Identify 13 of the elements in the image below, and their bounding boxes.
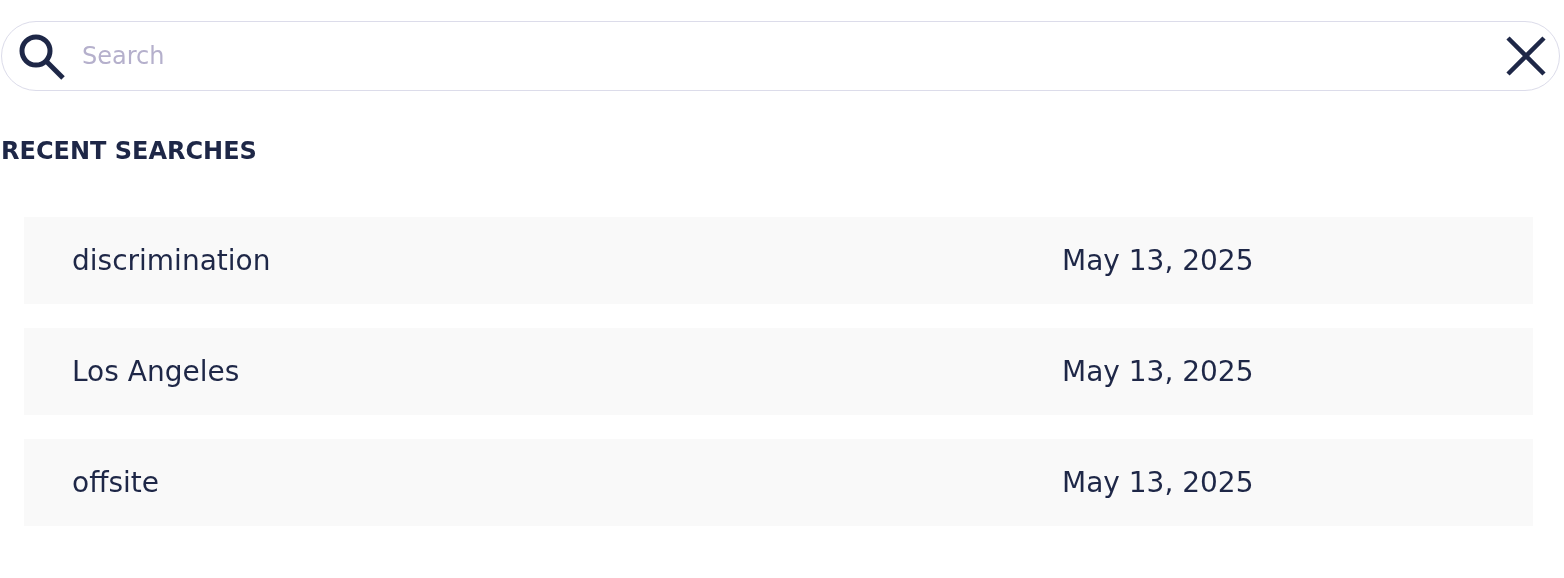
recent-search-item[interactable]: Los Angeles May 13, 2025	[24, 328, 1533, 415]
search-query: Los Angeles	[72, 355, 241, 388]
search-query: discrimination	[72, 244, 272, 277]
recent-search-item[interactable]: offsite May 13, 2025	[24, 439, 1533, 526]
search-date: May 13, 2025	[1062, 244, 1255, 277]
search-date: May 13, 2025	[1062, 466, 1255, 499]
search-query: offsite	[72, 466, 160, 499]
recent-search-item[interactable]: discrimination May 13, 2025	[24, 217, 1533, 304]
close-button[interactable]	[1505, 35, 1547, 77]
search-input[interactable]: Search	[82, 42, 1489, 70]
search-field[interactable]: Search	[1, 21, 1560, 91]
section-heading: RECENT SEARCHES	[1, 136, 258, 167]
search-date: May 13, 2025	[1062, 355, 1255, 388]
